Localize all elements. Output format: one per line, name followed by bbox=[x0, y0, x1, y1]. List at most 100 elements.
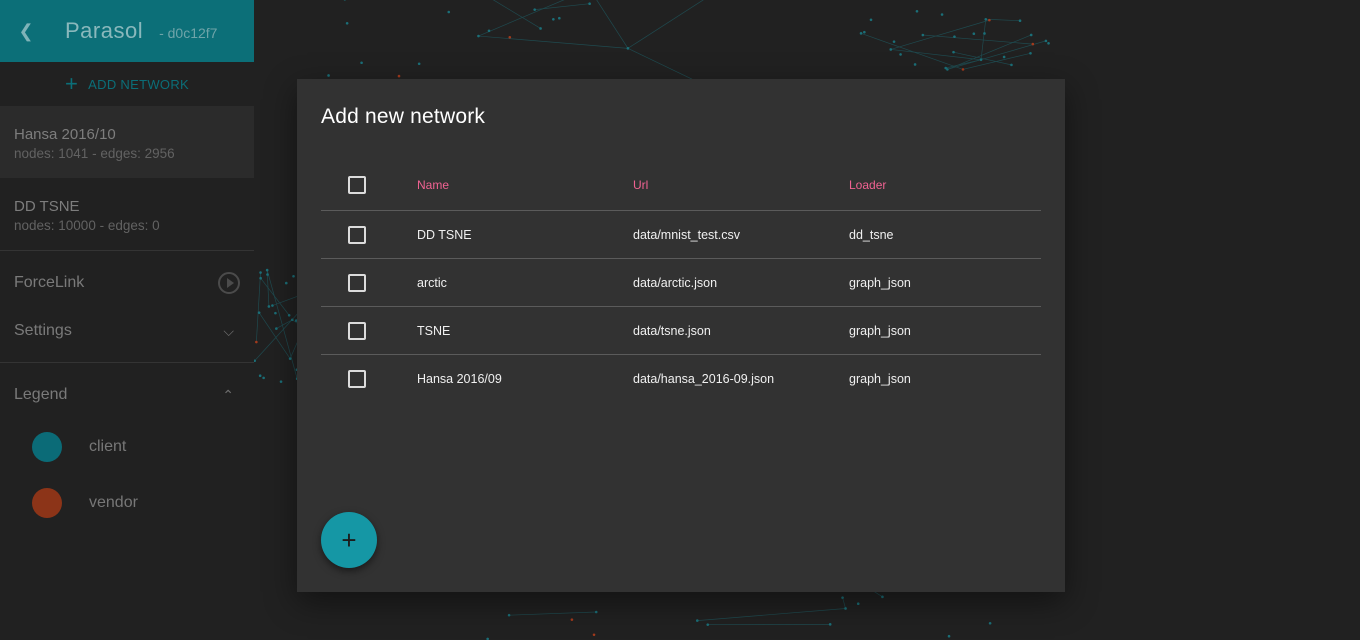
table-row[interactable]: Hansa 2016/09 data/hansa_2016-09.json gr… bbox=[321, 355, 1041, 403]
graph-edge bbox=[947, 40, 1046, 70]
graph-edge bbox=[260, 277, 290, 316]
graph-node bbox=[588, 2, 591, 5]
add-network-button[interactable]: + ADD NETWORK bbox=[0, 62, 254, 106]
add-network-label: ADD NETWORK bbox=[88, 76, 189, 92]
cell-loader: graph_json bbox=[849, 275, 911, 290]
sidebar-header: ❮ Parasol - d0c12f7 bbox=[0, 0, 254, 62]
graph-node bbox=[1018, 19, 1022, 23]
graph-node bbox=[899, 53, 902, 56]
graph-node bbox=[947, 634, 951, 638]
graph-node bbox=[287, 313, 291, 317]
graph-edge bbox=[922, 34, 1033, 45]
graph-edge bbox=[509, 611, 597, 616]
graph-node bbox=[258, 374, 262, 378]
graph-node bbox=[869, 18, 873, 22]
table-header-row: Name Url Loader bbox=[321, 159, 1041, 211]
legend-toggle[interactable]: Legend ⌃ bbox=[0, 371, 254, 419]
network-name: DD TSNE bbox=[14, 198, 80, 215]
add-network-fab[interactable]: + bbox=[321, 512, 377, 568]
graph-node bbox=[487, 29, 491, 33]
graph-edge bbox=[985, 18, 1021, 22]
app-title: Parasol bbox=[65, 18, 144, 43]
graph-node bbox=[972, 32, 976, 36]
graph-node bbox=[507, 613, 511, 617]
sidebar: ❮ Parasol - d0c12f7 + ADD NETWORK Hansa … bbox=[0, 0, 254, 640]
graph-edge bbox=[534, 3, 590, 10]
client-color-dot bbox=[32, 432, 62, 462]
graph-node bbox=[1002, 55, 1006, 59]
graph-node bbox=[274, 311, 277, 315]
graph-edge bbox=[266, 270, 298, 379]
graph-node bbox=[983, 32, 986, 35]
network-item-hansa[interactable]: Hansa 2016/10 nodes: 1041 - edges: 2956 bbox=[0, 106, 254, 178]
graph-node bbox=[892, 40, 896, 43]
graph-edge bbox=[947, 34, 1032, 70]
column-header-url[interactable]: Url bbox=[633, 178, 849, 192]
network-table: Name Url Loader DD TSNE data/mnist_test.… bbox=[321, 159, 1041, 403]
row-checkbox[interactable] bbox=[348, 273, 366, 292]
cell-loader: graph_json bbox=[849, 372, 911, 386]
table-row[interactable]: arctic data/arctic.json graph_json bbox=[321, 259, 1041, 307]
row-checkbox[interactable] bbox=[348, 321, 366, 340]
graph-edge bbox=[890, 49, 982, 61]
graph-node bbox=[844, 607, 847, 610]
legend-item-vendor: vendor bbox=[0, 475, 254, 531]
graph-node bbox=[1031, 42, 1035, 46]
graph-node bbox=[477, 34, 480, 38]
graph-node bbox=[1010, 63, 1013, 67]
graph-edge bbox=[627, 0, 704, 49]
graph-node bbox=[1029, 52, 1032, 55]
graph-node bbox=[343, 0, 346, 1]
app-version-hash: - d0c12f7 bbox=[159, 24, 218, 41]
graph-node bbox=[856, 602, 860, 606]
graph-node bbox=[984, 17, 988, 21]
network-name: Hansa 2016/10 bbox=[14, 126, 116, 143]
cell-name: DD TSNE bbox=[417, 227, 472, 242]
graph-node bbox=[626, 47, 630, 50]
graph-node bbox=[863, 30, 866, 34]
row-checkbox[interactable] bbox=[348, 370, 366, 388]
graph-node bbox=[706, 623, 710, 626]
chevron-up-icon: ⌃ bbox=[222, 386, 234, 403]
graph-node bbox=[279, 380, 283, 383]
graph-node bbox=[284, 281, 288, 285]
graph-edge bbox=[596, 0, 629, 49]
row-checkbox[interactable] bbox=[348, 225, 366, 244]
graph-edge bbox=[256, 272, 261, 343]
graph-edge bbox=[276, 319, 293, 329]
graph-node bbox=[262, 376, 265, 380]
graph-node bbox=[292, 274, 295, 278]
graph-node bbox=[417, 62, 421, 66]
chevron-left-icon[interactable]: ❮ bbox=[0, 0, 52, 62]
column-header-loader[interactable]: Loader bbox=[849, 178, 1041, 192]
graph-node bbox=[267, 305, 271, 308]
chevron-down-icon: ⌵ bbox=[223, 322, 234, 339]
graph-node bbox=[828, 623, 832, 626]
table-row[interactable]: TSNE data/tsne.json graph_json bbox=[321, 307, 1041, 355]
network-item-dd-tsne[interactable]: DD TSNE nodes: 10000 - edges: 0 bbox=[0, 178, 254, 250]
cell-name: arctic bbox=[417, 275, 447, 290]
graph-node bbox=[952, 50, 955, 54]
cell-url: data/hansa_2016-09.json bbox=[633, 372, 775, 386]
settings-label: Settings bbox=[14, 322, 72, 339]
play-icon[interactable] bbox=[218, 272, 240, 294]
graph-node bbox=[988, 621, 992, 625]
graph-node bbox=[889, 48, 893, 51]
graph-node bbox=[1029, 33, 1033, 37]
graph-node bbox=[988, 18, 991, 22]
graph-node bbox=[552, 17, 555, 21]
vendor-color-dot bbox=[32, 488, 62, 518]
select-all-checkbox[interactable] bbox=[348, 175, 366, 194]
graph-node bbox=[447, 10, 451, 14]
graph-node bbox=[533, 8, 537, 11]
cell-name: TSNE bbox=[417, 323, 451, 338]
settings-toggle[interactable]: Settings ⌵ bbox=[0, 307, 254, 355]
graph-edge bbox=[478, 35, 628, 49]
plus-icon: + bbox=[65, 71, 79, 96]
forcelink-row: ForceLink bbox=[0, 259, 254, 307]
graph-node bbox=[961, 68, 965, 71]
table-row[interactable]: DD TSNE data/mnist_test.csv dd_tsne bbox=[321, 211, 1041, 259]
plus-icon: + bbox=[341, 525, 357, 555]
graph-node bbox=[265, 268, 269, 272]
column-header-name[interactable]: Name bbox=[417, 178, 633, 192]
